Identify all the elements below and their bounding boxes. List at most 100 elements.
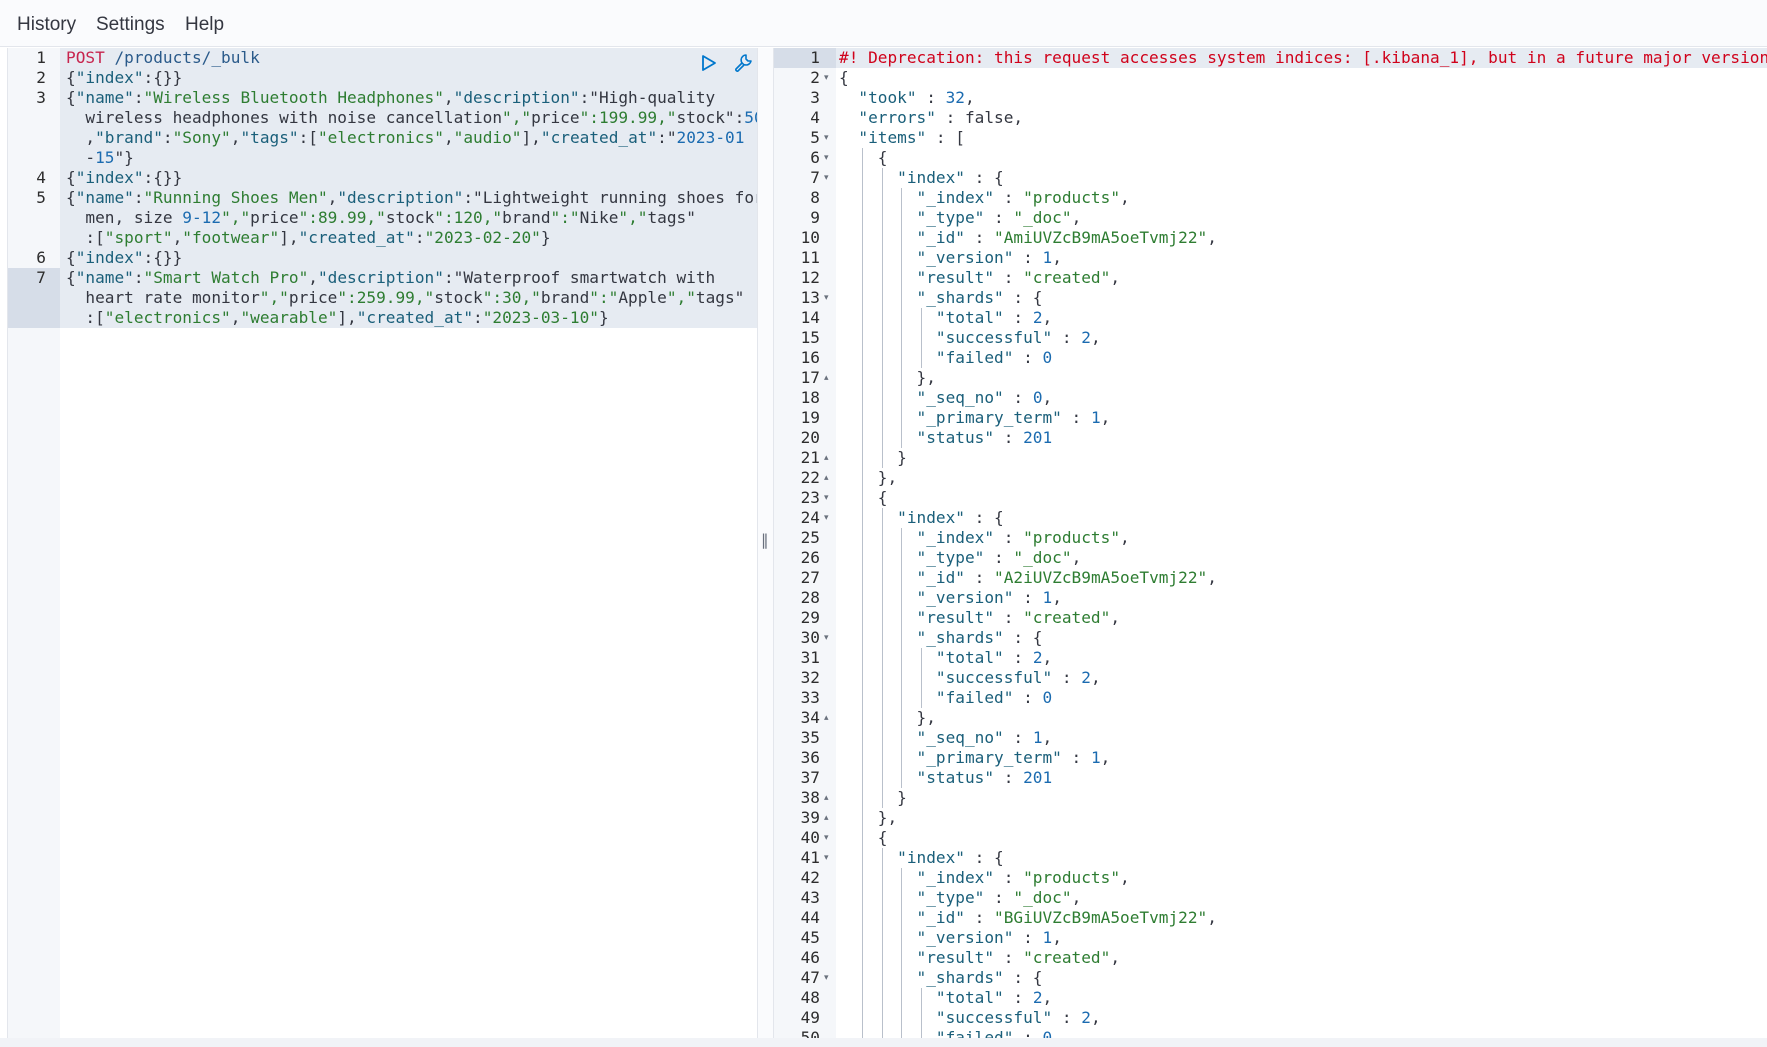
unfold-arrow-icon[interactable]: ▴ bbox=[824, 708, 834, 728]
menu-settings[interactable]: Settings bbox=[96, 14, 165, 36]
line-number: 30 bbox=[800, 628, 820, 647]
line-number: 23 bbox=[800, 488, 820, 507]
code-text: { bbox=[839, 148, 888, 167]
line-number: 31 bbox=[800, 648, 820, 667]
code-text: "_id" : "AmiUVZcB9mA5oeTvmj22", bbox=[916, 228, 1217, 247]
code-text: "_version" : 1, bbox=[916, 248, 1062, 267]
response-editor[interactable]: 1 #! Deprecation: this request accesses s… bbox=[774, 48, 1767, 1038]
code-text: ,"brand":"Sony","tags":["electronics","a… bbox=[66, 128, 745, 147]
code-text: "_type" : "_doc", bbox=[916, 208, 1082, 227]
line-number: 46 bbox=[800, 948, 820, 967]
line-number: 39 bbox=[800, 808, 820, 827]
line-number: 7 bbox=[36, 268, 46, 287]
code-text: "_primary_term" : 1, bbox=[916, 748, 1111, 767]
fold-arrow-icon[interactable]: ▾ bbox=[824, 488, 834, 508]
code-text: }, bbox=[839, 468, 898, 487]
code-text: {"name":"Wireless Bluetooth Headphones",… bbox=[66, 88, 716, 107]
line-number: 34 bbox=[800, 708, 820, 727]
code-text: "status" : 201 bbox=[916, 428, 1053, 447]
code-text: "index" : { bbox=[897, 168, 1004, 187]
code-text: "index" : { bbox=[897, 508, 1004, 527]
fold-arrow-icon[interactable]: ▾ bbox=[824, 288, 834, 308]
fold-arrow-icon[interactable]: ▾ bbox=[824, 848, 834, 868]
code-text: POST /products/_bulk bbox=[66, 48, 260, 67]
unfold-arrow-icon[interactable]: ▴ bbox=[824, 788, 834, 808]
line-number: 8 bbox=[810, 188, 820, 207]
line-number: 3 bbox=[810, 88, 820, 107]
code-text: }, bbox=[839, 368, 936, 387]
resize-handle-icon: ‖ bbox=[761, 531, 769, 549]
line-number: 47 bbox=[800, 968, 820, 987]
code-text: {"name":"Running Shoes Men","description… bbox=[66, 188, 758, 207]
code-text: :["electronics","wearable"],"created_at"… bbox=[66, 308, 609, 327]
code-text: "_index" : "products", bbox=[916, 528, 1130, 547]
line-number: 3 bbox=[36, 88, 46, 107]
fold-arrow-icon[interactable]: ▾ bbox=[824, 628, 834, 648]
code-text: "took" : 32, bbox=[858, 88, 975, 107]
fold-arrow-icon[interactable]: ▾ bbox=[824, 168, 834, 188]
code-text: "_type" : "_doc", bbox=[916, 888, 1082, 907]
line-number: 4 bbox=[36, 168, 46, 187]
unfold-arrow-icon[interactable]: ▴ bbox=[824, 368, 834, 388]
line-number: 42 bbox=[800, 868, 820, 887]
line-number: 49 bbox=[800, 1008, 820, 1027]
code-text: "failed" : 0 bbox=[935, 688, 1053, 707]
fold-arrow-icon[interactable]: ▾ bbox=[824, 828, 834, 848]
unfold-arrow-icon[interactable]: ▴ bbox=[824, 808, 834, 828]
request-actions bbox=[693, 52, 755, 76]
fold-arrow-icon[interactable]: ▾ bbox=[824, 68, 834, 88]
line-number: 12 bbox=[800, 268, 820, 287]
play-icon[interactable] bbox=[697, 52, 719, 74]
fold-arrow-icon[interactable]: ▾ bbox=[824, 968, 834, 988]
line-number: 29 bbox=[800, 608, 820, 627]
unfold-arrow-icon[interactable]: ▴ bbox=[824, 468, 834, 488]
request-editor[interactable]: 1 POST /products/_bulk 2 {"index":{}} 3 {"nam… bbox=[7, 48, 758, 1038]
line-number: 13 bbox=[800, 288, 820, 307]
code-text: } bbox=[839, 788, 907, 807]
code-text: -15"} bbox=[66, 148, 134, 167]
code-text: "_shards" : { bbox=[916, 968, 1043, 987]
fold-arrow-icon[interactable]: ▾ bbox=[824, 128, 834, 148]
menu-history[interactable]: History bbox=[17, 14, 76, 36]
code-text: "total" : 2, bbox=[935, 648, 1053, 667]
code-text: { bbox=[839, 828, 888, 847]
line-number: 2 bbox=[36, 68, 46, 87]
wrench-icon[interactable] bbox=[733, 52, 755, 74]
line-number: 1 bbox=[36, 48, 46, 67]
code-text: "result" : "created", bbox=[916, 268, 1121, 287]
line-number: 38 bbox=[800, 788, 820, 807]
line-number: 18 bbox=[800, 388, 820, 407]
line-number: 32 bbox=[800, 668, 820, 687]
line-number: 1 bbox=[810, 48, 820, 67]
menu-help[interactable]: Help bbox=[185, 14, 224, 36]
code-text: }, bbox=[839, 708, 936, 727]
code-text: "_type" : "_doc", bbox=[916, 548, 1082, 567]
line-number: 35 bbox=[800, 728, 820, 747]
code-text: "_index" : "products", bbox=[916, 188, 1130, 207]
code-text: {"name":"Smart Watch Pro","description":… bbox=[66, 268, 716, 287]
line-number: 11 bbox=[800, 248, 820, 267]
bottom-bar bbox=[0, 1038, 1767, 1047]
line-number: 43 bbox=[800, 888, 820, 907]
line-number: 37 bbox=[800, 768, 820, 787]
line-number: 27 bbox=[800, 568, 820, 587]
code-text: "result" : "created", bbox=[916, 948, 1121, 967]
fold-arrow-icon[interactable]: ▾ bbox=[824, 508, 834, 528]
line-number: 17 bbox=[800, 368, 820, 387]
code-text: "failed" : 0 bbox=[935, 348, 1053, 367]
code-text: { bbox=[839, 488, 888, 507]
code-text: :["sport","footwear"],"created_at":"2023… bbox=[66, 228, 551, 247]
line-number: 10 bbox=[800, 228, 820, 247]
code-text: "successful" : 2, bbox=[935, 328, 1101, 347]
line-number: 24 bbox=[800, 508, 820, 527]
code-text: "_id" : "A2iUVZcB9mA5oeTvmj22", bbox=[916, 568, 1217, 587]
fold-arrow-icon[interactable]: ▾ bbox=[824, 148, 834, 168]
panel-resizer[interactable]: ‖ bbox=[757, 48, 774, 1038]
code-text: heart rate monitor","price":259.99,"stoc… bbox=[66, 288, 745, 307]
code-text: "result" : "created", bbox=[916, 608, 1121, 627]
code-text: "_primary_term" : 1, bbox=[916, 408, 1111, 427]
code-text: wireless headphones with noise cancellat… bbox=[66, 108, 758, 127]
unfold-arrow-icon[interactable]: ▴ bbox=[824, 448, 834, 468]
line-number: 16 bbox=[800, 348, 820, 367]
code-text: "errors" : false, bbox=[858, 108, 1024, 127]
